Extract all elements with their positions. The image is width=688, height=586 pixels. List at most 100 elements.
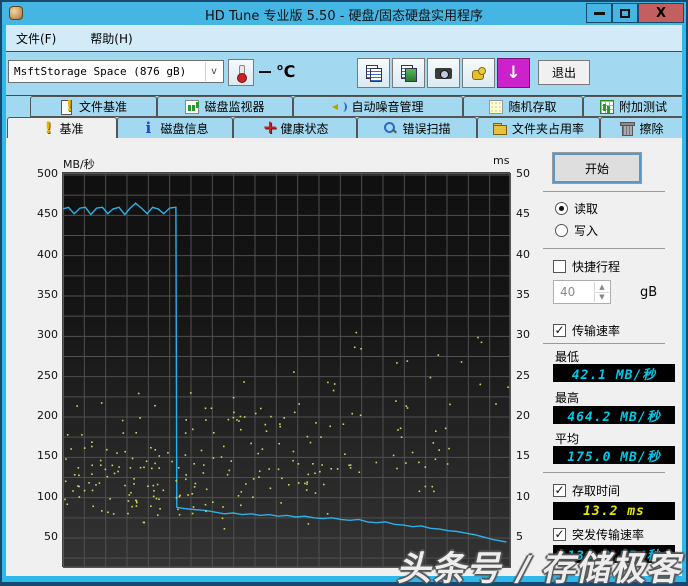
right-axis-tick: 25 bbox=[516, 368, 530, 382]
tab-folder-usage[interactable]: 文件夹占用率 bbox=[477, 117, 600, 138]
donate-button[interactable] bbox=[462, 58, 495, 88]
max-label: 最高 bbox=[555, 391, 580, 405]
short-stroke-option[interactable]: 快捷行程 bbox=[553, 258, 620, 275]
spinner-buttons[interactable]: ▲ ▼ bbox=[594, 282, 609, 302]
max-value-display: 464.2 MB/秒 bbox=[553, 406, 675, 425]
tab-file-benchmark[interactable]: 文件基准 bbox=[30, 96, 157, 117]
read-option[interactable]: 读取 bbox=[555, 200, 598, 217]
tab-strip-secondary: 文件基准 磁盘监视器 自动噪音管理 随机存取 附加测试 bbox=[30, 96, 684, 117]
right-axis-tick: 10 bbox=[516, 489, 530, 503]
health-cross-icon bbox=[261, 117, 277, 138]
close-button[interactable]: X bbox=[638, 3, 684, 23]
capacity-spinner[interactable]: 40 ▲ ▼ bbox=[553, 280, 611, 304]
access-time-checkbox[interactable] bbox=[553, 484, 566, 497]
copy-image-icon bbox=[400, 65, 417, 82]
watermark-text: 头条号 / 存储极客 bbox=[394, 549, 688, 586]
tab-disk-info[interactable]: 磁盘信息 bbox=[117, 117, 233, 138]
read-radio[interactable] bbox=[555, 202, 568, 215]
disk-monitor-icon bbox=[185, 99, 200, 114]
copy-text-icon bbox=[365, 65, 382, 82]
start-button[interactable]: 开始 bbox=[552, 152, 642, 184]
right-axis-tick: 15 bbox=[516, 449, 530, 463]
access-time-option[interactable]: 存取时间 bbox=[553, 482, 620, 499]
temperature-value-dash bbox=[259, 71, 271, 73]
panel-divider bbox=[543, 248, 665, 249]
left-axis-tick: 300 bbox=[37, 328, 58, 342]
spin-down-icon[interactable]: ▼ bbox=[595, 293, 609, 303]
right-axis-tick: 20 bbox=[516, 409, 530, 422]
capacity-unit: gB bbox=[640, 285, 658, 300]
trash-icon bbox=[620, 121, 636, 136]
left-axis-tick: 400 bbox=[37, 247, 58, 261]
thermometer-icon bbox=[237, 64, 247, 83]
burst-rate-checkbox[interactable] bbox=[553, 528, 566, 541]
extra-tests-icon bbox=[599, 99, 614, 114]
write-option[interactable]: 写入 bbox=[555, 222, 598, 239]
window-title: HD Tune 专业版 5.50 - 硬盘/固态硬盘实用程序 bbox=[205, 9, 483, 24]
minimize-button[interactable] bbox=[586, 3, 612, 23]
right-axis-tick: 45 bbox=[516, 207, 530, 221]
download-arrow-icon: ↓ bbox=[506, 62, 521, 83]
right-axis-tick: 40 bbox=[516, 247, 530, 261]
min-label: 最低 bbox=[555, 350, 580, 364]
window-border-right bbox=[682, 25, 686, 576]
tab-aam[interactable]: 自动噪音管理 bbox=[293, 96, 463, 117]
min-value-display: 42.1 MB/秒 bbox=[553, 364, 675, 383]
speaker-icon bbox=[332, 100, 348, 114]
magnifier-icon bbox=[383, 121, 397, 135]
short-stroke-checkbox[interactable] bbox=[553, 260, 566, 273]
tab-random-access[interactable]: 随机存取 bbox=[463, 96, 583, 117]
menu-bar: 文件(F) 帮助(H) bbox=[2, 25, 686, 52]
drive-select-combobox[interactable]: MsftStorage Space (876 gB) v bbox=[8, 60, 224, 83]
exit-button[interactable]: 退出 bbox=[538, 60, 590, 85]
tab-benchmark[interactable]: 基准 bbox=[7, 117, 117, 138]
panel-divider bbox=[543, 191, 665, 192]
file-benchmark-icon bbox=[60, 97, 74, 115]
maximize-icon bbox=[620, 8, 630, 18]
left-axis-tick: 500 bbox=[37, 167, 58, 180]
info-icon bbox=[141, 119, 155, 137]
exit-label: 退出 bbox=[551, 66, 576, 80]
transfer-rate-option[interactable]: 传输速率 bbox=[553, 322, 620, 339]
transfer-rate-checkbox[interactable] bbox=[553, 324, 566, 337]
temperature-unit: ℃ bbox=[276, 62, 296, 81]
benchmark-icon bbox=[40, 118, 54, 137]
copy-image-button[interactable] bbox=[392, 58, 425, 88]
menu-help[interactable]: 帮助(H) bbox=[86, 28, 136, 49]
panel-divider bbox=[543, 472, 665, 473]
left-axis-tick: 200 bbox=[37, 409, 58, 422]
left-axis-tick: 450 bbox=[37, 207, 58, 221]
spin-up-icon[interactable]: ▲ bbox=[595, 282, 609, 293]
hand-pointer-icon bbox=[471, 67, 486, 80]
access-time-display: 13.2 ms bbox=[553, 502, 675, 520]
maximize-button[interactable] bbox=[612, 3, 638, 23]
tab-extra-tests[interactable]: 附加测试 bbox=[583, 96, 684, 117]
write-radio[interactable] bbox=[555, 224, 568, 237]
left-axis-tick: 250 bbox=[37, 368, 58, 382]
benchmark-tab-page: MB/秒 ms 500 450 400 350 300 250 200 150 100 50 50 4… bbox=[6, 138, 682, 576]
tab-error-scan[interactable]: 错误扫描 bbox=[357, 117, 477, 138]
right-axis-title: ms bbox=[493, 154, 510, 167]
chevron-down-icon[interactable]: v bbox=[205, 62, 222, 81]
screenshot-button[interactable] bbox=[427, 58, 460, 88]
minimize-icon bbox=[593, 11, 605, 15]
capacity-value: 40 bbox=[560, 285, 576, 299]
copy-text-button[interactable] bbox=[357, 58, 390, 88]
window-border-left bbox=[2, 25, 6, 576]
app-window: HD Tune 专业版 5.50 - 硬盘/固态硬盘实用程序 X 文件(F) 帮… bbox=[0, 0, 688, 586]
tab-health[interactable]: 健康状态 bbox=[233, 117, 357, 138]
left-axis-tick: 50 bbox=[44, 530, 58, 543]
left-axis-tick: 150 bbox=[37, 449, 58, 463]
tab-erase[interactable]: 擦除 bbox=[600, 117, 684, 138]
right-axis-tick: 30 bbox=[516, 328, 530, 342]
drive-select-value: MsftStorage Space (876 gB) bbox=[14, 65, 187, 78]
tab-disk-monitor[interactable]: 磁盘监视器 bbox=[157, 96, 293, 117]
avg-value-display: 175.0 MB/秒 bbox=[553, 446, 675, 465]
title-bar[interactable]: HD Tune 专业版 5.50 - 硬盘/固态硬盘实用程序 bbox=[2, 2, 686, 25]
temperature-button[interactable] bbox=[228, 59, 254, 86]
folder-icon bbox=[492, 121, 507, 135]
menu-file[interactable]: 文件(F) bbox=[12, 28, 60, 49]
left-axis-title: MB/秒 bbox=[63, 158, 95, 171]
panel-divider bbox=[543, 343, 665, 344]
save-results-button[interactable]: ↓ bbox=[497, 58, 530, 88]
